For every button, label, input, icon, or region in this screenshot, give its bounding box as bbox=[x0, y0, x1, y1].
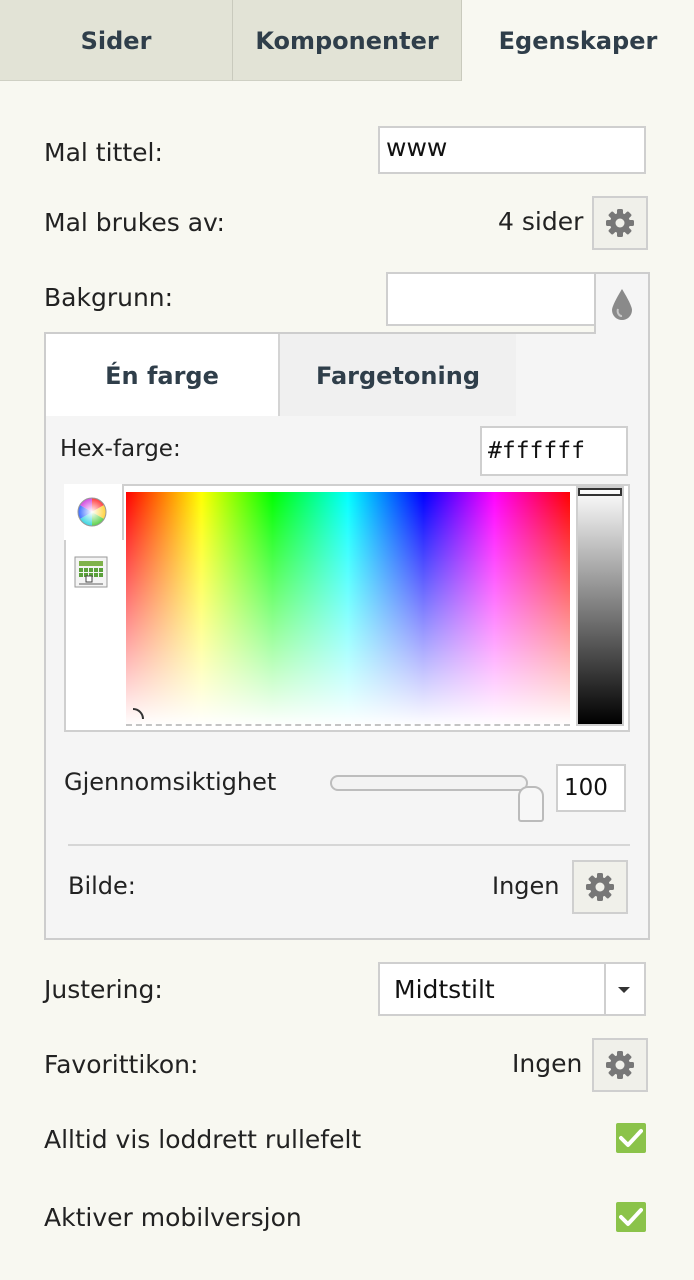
tab-egenskaper[interactable]: Egenskaper bbox=[462, 0, 694, 81]
tab-sider[interactable]: Sider bbox=[0, 0, 233, 81]
image-label: Bilde: bbox=[68, 872, 136, 900]
checkmark-icon bbox=[619, 1129, 643, 1147]
template-title-label: Mal tittel: bbox=[44, 138, 163, 167]
color-wheel-icon bbox=[77, 497, 107, 527]
opacity-slider-track[interactable] bbox=[330, 775, 528, 791]
image-value: Ingen bbox=[492, 872, 560, 900]
used-by-label: Mal brukes av: bbox=[44, 208, 225, 237]
template-title-input[interactable]: www bbox=[378, 126, 646, 174]
alignment-label: Justering: bbox=[44, 975, 163, 1004]
panel-divider bbox=[68, 844, 630, 846]
brightness-handle[interactable] bbox=[578, 488, 622, 496]
tab-gradient[interactable]: Fargetoning bbox=[280, 334, 516, 416]
image-settings-button[interactable] bbox=[572, 860, 628, 914]
favicon-label: Favorittikon: bbox=[44, 1050, 199, 1079]
checkmark-icon bbox=[619, 1208, 643, 1226]
background-label: Bakgrunn: bbox=[44, 283, 174, 312]
gear-icon bbox=[606, 209, 634, 237]
gear-icon bbox=[586, 873, 614, 901]
top-tabs: Sider Komponenter Egenskaper bbox=[0, 0, 694, 81]
opacity-input[interactable]: 100 bbox=[556, 764, 626, 812]
tab-komponenter[interactable]: Komponenter bbox=[233, 0, 462, 81]
alignment-select-value: Midtstilt bbox=[394, 975, 495, 1004]
color-picker-toggle[interactable] bbox=[594, 272, 650, 334]
used-by-settings-button[interactable] bbox=[592, 196, 648, 250]
mobile-version-checkbox[interactable] bbox=[616, 1202, 646, 1232]
favicon-settings-button[interactable] bbox=[592, 1038, 648, 1092]
spectrum-mode-tab[interactable] bbox=[64, 484, 124, 540]
dropdown-button[interactable] bbox=[604, 964, 644, 1014]
brightness-slider[interactable] bbox=[576, 486, 624, 726]
alignment-select[interactable]: Midtstilt bbox=[378, 962, 646, 1016]
always-scrollbar-label: Alltid vis loddrett rullefelt bbox=[44, 1125, 362, 1154]
spectrum-baseline bbox=[126, 724, 570, 726]
background-input[interactable] bbox=[386, 272, 596, 326]
always-scrollbar-checkbox[interactable] bbox=[616, 1123, 646, 1153]
swatches-mode-tab[interactable] bbox=[74, 556, 108, 588]
palette-grid-icon bbox=[74, 556, 108, 588]
tab-single-color[interactable]: Én farge bbox=[46, 334, 280, 416]
opacity-slider-handle[interactable] bbox=[518, 786, 544, 822]
opacity-label: Gjennomsiktighet bbox=[64, 768, 277, 796]
color-spectrum[interactable] bbox=[126, 492, 570, 726]
mobile-version-label: Aktiver mobilversjon bbox=[44, 1203, 302, 1232]
favicon-value: Ingen bbox=[512, 1049, 583, 1078]
gear-icon bbox=[606, 1051, 634, 1079]
color-picker-panel: Én farge Fargetoning Hex-farge: #ffffff bbox=[44, 332, 650, 940]
hex-label: Hex-farge: bbox=[60, 436, 181, 462]
hex-input[interactable]: #ffffff bbox=[480, 426, 628, 476]
used-by-value: 4 sider bbox=[498, 207, 584, 236]
droplet-icon bbox=[612, 289, 632, 320]
chevron-down-icon bbox=[618, 987, 630, 993]
